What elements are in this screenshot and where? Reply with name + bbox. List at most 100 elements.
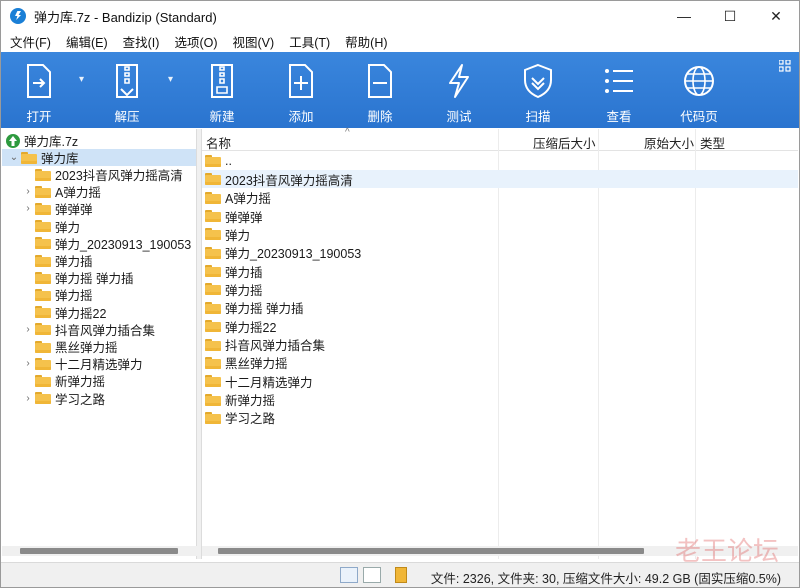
tree-item[interactable]: › 学习之路 — [21, 390, 105, 407]
tree-item-label: A弹力摇 — [55, 186, 101, 201]
list-item[interactable]: .. — [202, 152, 798, 170]
list-item[interactable]: 黑丝弹力摇 — [202, 354, 798, 372]
folder-icon — [35, 254, 51, 267]
list-item-name: 弹力摇22 — [225, 320, 277, 335]
menu-edit[interactable]: 编辑(E) — [57, 32, 114, 51]
chevron-right-icon[interactable]: › — [21, 203, 35, 214]
tree-root[interactable]: 弹力库.7z — [5, 132, 78, 149]
tree-item[interactable]: 弹力摇 — [21, 286, 93, 303]
folder-tree[interactable]: 弹力库.7z ⌄ 弹力库 2023抖音风弹力摇高清 › A弹力摇 › 弹弹弹弹力 弹力_2… — [2, 129, 197, 559]
folder-icon — [21, 151, 37, 164]
menu-view[interactable]: 视图(V) — [224, 32, 281, 51]
scan-button[interactable]: 扫描 — [516, 52, 560, 128]
tree-item[interactable]: 黑丝弹力摇 — [21, 338, 118, 355]
list-item[interactable]: 弹力摇 弹力插 — [202, 299, 798, 317]
window-title: 弹力库.7z - Bandizip (Standard) — [34, 9, 217, 25]
folder-icon — [35, 374, 51, 387]
tree-item[interactable]: › 抖音风弹力插合集 — [21, 321, 155, 338]
list-item[interactable]: 弹力插 — [202, 262, 798, 280]
folder-icon — [35, 220, 51, 233]
chevron-down-icon[interactable]: ⌄ — [7, 152, 21, 163]
tree-item[interactable]: 新弹力摇 — [21, 372, 105, 389]
add-label: 添加 — [288, 110, 314, 124]
grid-menu-icon[interactable] — [778, 59, 791, 75]
tree-item-label: 弹力插 — [55, 255, 93, 269]
list-item[interactable]: 学习之路 — [202, 409, 798, 427]
menu-tools[interactable]: 工具(T) — [280, 32, 336, 51]
folder-icon — [205, 191, 221, 204]
tree-item[interactable]: › 弹弹弹 — [21, 200, 93, 217]
tree-item[interactable]: 弹力摇22 — [21, 304, 106, 321]
tree-item[interactable]: › A弹力摇 — [21, 183, 101, 200]
list-item[interactable]: 十二月精选弹力 — [202, 372, 798, 390]
list-item-name: 十二月精选弹力 — [225, 375, 313, 390]
list-item[interactable]: 抖音风弹力插合集 — [202, 336, 798, 354]
codepage-button[interactable]: 代码页 — [675, 52, 723, 128]
tree-item-label: 弹力 — [55, 220, 81, 235]
shield-icon — [520, 61, 556, 101]
new-button[interactable]: 新建 — [200, 52, 244, 128]
open-dropdown-icon[interactable]: ▾ — [79, 74, 84, 85]
tree-item[interactable]: 弹力_20230913_190053 — [21, 235, 191, 252]
chevron-right-icon[interactable]: › — [21, 358, 35, 369]
list-item-name: 学习之路 — [225, 412, 276, 427]
extract-dropdown-icon[interactable]: ▾ — [168, 74, 173, 85]
list-item[interactable]: 弹力 — [202, 225, 798, 243]
column-type[interactable]: 类型 — [700, 133, 725, 152]
tree-item[interactable]: › 十二月精选弹力 — [21, 355, 143, 372]
thumbnail-view-icon[interactable] — [363, 567, 381, 583]
tree-scrollbar[interactable] — [2, 546, 197, 556]
list-item-name: 弹力摇 弹力插 — [225, 302, 304, 317]
list-scroll-thumb[interactable] — [218, 548, 644, 554]
title-bar[interactable]: 弹力库.7z - Bandizip (Standard) — ☐ ✕ — [1, 1, 799, 31]
list-item[interactable]: A弹力摇 — [202, 189, 798, 207]
file-list[interactable]: 名称 ^ 压缩后大小 原始大小 类型 .. 2023抖音风弹力摇高清 A弹力摇 弹弹弹… — [202, 127, 798, 559]
folder-icon — [205, 246, 221, 259]
maximize-button[interactable]: ☐ — [707, 1, 753, 31]
chevron-right-icon[interactable]: › — [21, 393, 35, 404]
tree-item[interactable]: 弹力插 — [21, 252, 93, 269]
menu-bar: 文件(F) 编辑(E) 查找(I) 选项(O) 视图(V) 工具(T) 帮助(H… — [1, 31, 799, 51]
menu-file[interactable]: 文件(F) — [1, 32, 57, 51]
tree-item-label: 弹力摇 弹力插 — [55, 272, 134, 287]
folder-icon — [35, 357, 51, 370]
view-button[interactable]: 查看 — [597, 52, 641, 128]
list-item[interactable]: 弹弹弹 — [202, 207, 798, 225]
chevron-right-icon[interactable]: › — [21, 324, 35, 335]
list-item[interactable]: 弹力_20230913_190053 — [202, 244, 798, 262]
minimize-button[interactable]: — — [661, 1, 707, 31]
archive-info-icon[interactable] — [395, 567, 407, 583]
list-item[interactable]: 弹力摇22 — [202, 317, 798, 335]
add-button[interactable]: 添加 — [279, 52, 323, 128]
tree-folder-selected[interactable]: ⌄ 弹力库 — [2, 149, 196, 166]
column-name[interactable]: 名称 — [206, 133, 231, 152]
list-item-name: 抖音风弹力插合集 — [225, 339, 326, 353]
folder-icon — [35, 168, 51, 181]
menu-find[interactable]: 查找(I) — [114, 32, 166, 51]
tree-item-label: 黑丝弹力摇 — [55, 341, 118, 355]
open-button[interactable]: 打开 — [17, 52, 61, 128]
list-item[interactable]: 新弹力摇 — [202, 391, 798, 409]
archive-icon — [6, 133, 20, 148]
codepage-label: 代码页 — [680, 110, 718, 124]
column-header: 名称 ^ 压缩后大小 原始大小 类型 — [202, 127, 798, 152]
tree-item[interactable]: 弹力 — [21, 218, 80, 235]
tree-scroll-thumb[interactable] — [20, 548, 178, 554]
column-original[interactable]: 原始大小 — [644, 133, 694, 152]
tree-item[interactable]: 2023抖音风弹力摇高清 — [21, 166, 183, 183]
delete-label: 删除 — [367, 110, 393, 124]
chevron-right-icon[interactable]: › — [21, 186, 35, 197]
menu-help[interactable]: 帮助(H) — [336, 32, 393, 51]
test-button[interactable]: 测试 — [437, 52, 481, 128]
details-view-icon[interactable] — [340, 567, 358, 583]
view-label: 查看 — [606, 110, 632, 124]
list-item[interactable]: 弹力摇 — [202, 280, 798, 298]
column-packed[interactable]: 压缩后大小 — [533, 133, 596, 152]
tree-item[interactable]: 弹力摇 弹力插 — [21, 269, 133, 286]
menu-options[interactable]: 选项(O) — [165, 32, 223, 51]
delete-button[interactable]: 删除 — [358, 52, 402, 128]
extract-button[interactable]: 解压 — [105, 52, 149, 128]
list-item[interactable]: 2023抖音风弹力摇高清 — [202, 170, 798, 189]
list-item-name: 弹力插 — [225, 265, 263, 280]
close-button[interactable]: ✕ — [753, 1, 799, 31]
